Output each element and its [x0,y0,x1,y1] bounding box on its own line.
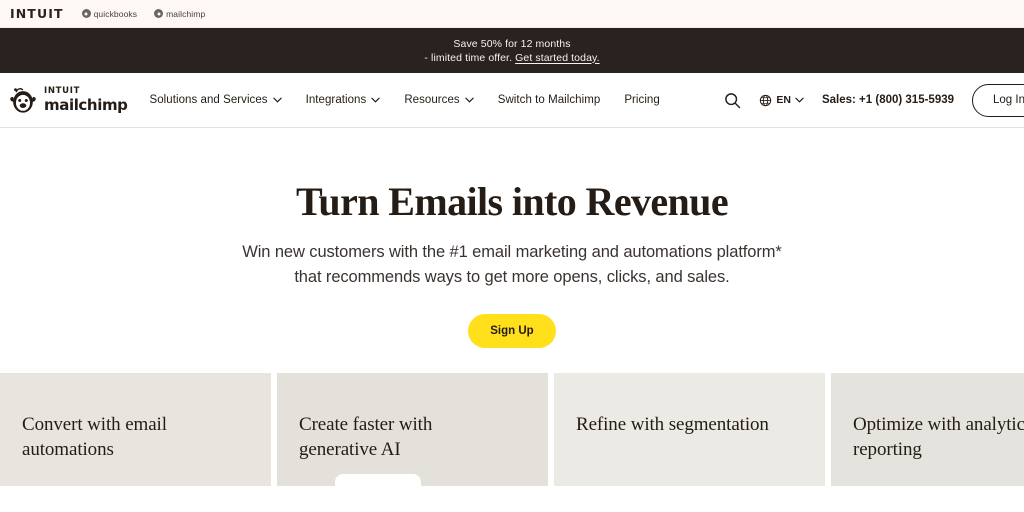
freddie-chimp-icon [10,88,36,113]
chevron-down-icon [371,97,380,103]
language-selector[interactable]: EN [759,94,804,107]
nav-label-integrations: Integrations [305,94,367,106]
quickbooks-icon [81,9,91,18]
mailchimp-brand-logo[interactable]: INTUIT mailchimp [8,85,128,115]
feature-card-title: Create faster with generative AI [299,414,433,460]
feature-card-generative-ai[interactable]: Create faster with generative AI [277,373,548,486]
hero-subtitle: Win new customers with the #1 email mark… [242,240,782,290]
feature-card-title: Optimize with analytics and reporting [853,414,1024,460]
feature-card-segmentation[interactable]: Refine with segmentation [554,373,825,486]
search-button[interactable] [724,92,741,109]
intuit-product-links: quickbooks mailchimp [81,8,206,19]
language-label: EN [776,94,791,106]
nav-links: Solutions and Services Integrations Reso… [150,94,660,106]
nav-item-solutions-and-services[interactable]: Solutions and Services [150,94,282,106]
chevron-down-icon [795,97,804,103]
sales-phone-number[interactable]: Sales: +1 (800) 315-5939 [822,94,954,106]
mailchimp-link[interactable]: mailchimp [154,9,205,19]
promo-banner: Save 50% for 12 months - limited time of… [0,28,1024,73]
promo-subline: - limited time offer. Get started today. [424,52,599,64]
brand-wordmark: INTUIT mailchimp [44,87,128,113]
feature-card-analytics-reporting[interactable]: Optimize with analytics and reporting [831,373,1024,486]
search-icon [725,92,741,108]
quickbooks-link[interactable]: quickbooks [81,8,138,19]
nav-item-switch-to-mailchimp[interactable]: Switch to Mailchimp [498,94,601,106]
hero-subtitle-line1: Win new customers with the #1 email mark… [242,243,782,261]
mailchimp-label: mailchimp [166,8,206,19]
main-navigation: INTUIT mailchimp Solutions and Services … [0,73,1024,128]
hero-subtitle-line2: that recommends ways to get more opens, … [294,267,730,286]
hero-section: Turn Emails into Revenue Win new custome… [0,128,1024,373]
feature-card-email-automations[interactable]: Convert with email automations [0,373,271,486]
feature-card-thumbnail [335,474,421,486]
feature-card-title: Convert with email automations [22,414,167,460]
nav-label-switch: Switch to Mailchimp [497,94,601,106]
feature-cards-strip: Convert with email automations Create fa… [0,373,1024,486]
feature-card-title: Refine with segmentation [576,414,769,435]
nav-item-pricing[interactable]: Pricing [624,94,660,106]
promo-cta-link[interactable]: Get started today. [515,52,599,64]
promo-headline: Save 50% for 12 months [453,37,571,50]
brand-intuit-text: INTUIT [44,86,81,97]
nav-label-solutions: Solutions and Services [149,94,268,106]
promo-subline-text: - limited time offer. [424,51,516,64]
mailchimp-icon [154,9,164,18]
quickbooks-label: quickbooks [93,8,138,19]
nav-label-resources: Resources [404,94,460,106]
sign-up-button[interactable]: Sign Up [468,313,556,348]
globe-icon [760,94,772,106]
chevron-down-icon [465,97,474,103]
nav-label-pricing: Pricing [624,94,660,106]
log-in-button[interactable]: Log In [972,83,1024,117]
chevron-down-icon [272,97,282,103]
intuit-topbar: INTUIT quickbooks mailchimp [0,0,1024,28]
nav-item-resources[interactable]: Resources [404,94,474,106]
brand-mailchimp-text: mailchimp [44,95,128,114]
intuit-logo[interactable]: INTUIT [10,6,64,21]
hero-title: Turn Emails into Revenue [296,179,729,224]
nav-item-integrations[interactable]: Integrations [306,94,381,106]
nav-utilities: EN Sales: +1 (800) 315-5939 Log In [724,83,1024,117]
